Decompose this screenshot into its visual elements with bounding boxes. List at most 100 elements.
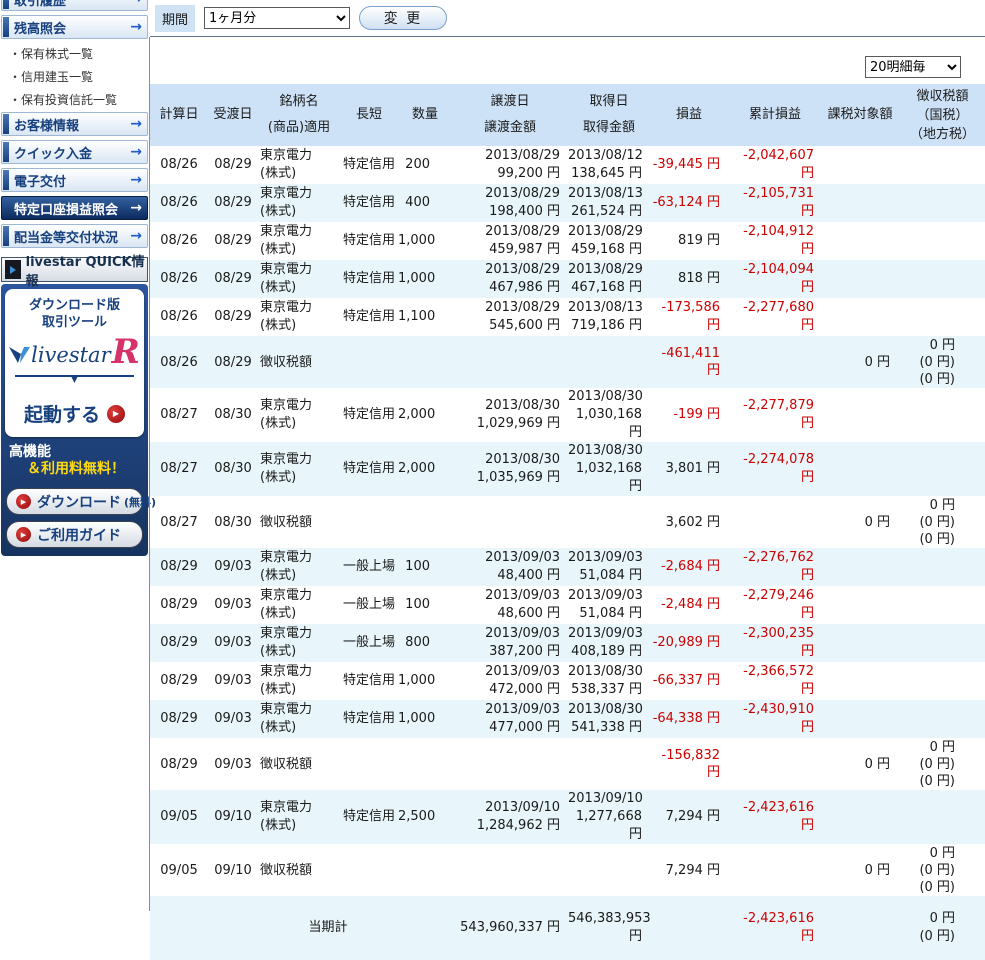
cell-pl [650,896,728,960]
cell-acquisition: 2013/08/29467,168 円 [568,260,650,298]
cell-transfer: 2013/09/0348,400 円 [452,548,568,586]
logo-text: livestar [31,343,111,367]
cell-pl: -63,124 円 [650,184,728,222]
cell-pl: 7,294 円 [650,844,728,896]
trade-row: 08/2708/30東京電力(株式)特定信用2,0002013/08/301,0… [150,388,985,442]
cell-name: 東京電力(株式) [258,222,340,260]
cell-taxable: 0 円 [822,336,898,388]
download-button[interactable]: ▶ ダウンロード (無料) [6,488,143,515]
period-select[interactable]: 1ヶ月分 [204,7,350,29]
cell-withholding: 0 円(0 円)(0 円) [898,496,985,548]
tax-row: 08/2909/03徴収税額-156,832 円0 円0 円(0 円)(0 円) [150,738,985,790]
cell-transfer: 2013/08/301,035,969 円 [452,442,568,496]
cell-term: 一般上場 [340,586,398,624]
cell-withholding [898,298,985,336]
cell-quantity: 1,000 [398,662,452,700]
logo-mark-icon [9,346,31,364]
trade-row: 08/2909/03東京電力(株式)特定信用1,0002013/09/03477… [150,700,985,738]
livestar-tool-card[interactable]: ダウンロード版 取引ツール livestar R ▼ 起動する ▶ [5,289,144,437]
cell-delivery-date [208,896,258,960]
cell-delivery-date: 09/03 [208,738,258,790]
play-icon: ▶ [16,494,31,509]
cell-calc-date: 08/26 [150,260,208,298]
cell-quantity: 400 [398,184,452,222]
tax-row: 08/2608/29徴収税額-461,411 円0 円0 円(0 円)(0 円) [150,336,985,388]
cell-withholding: 0 円(0 円)(0 円) [898,336,985,388]
cell-term: 特定信用 [340,298,398,336]
cell-cumulative-pl: -2,423,616 円 [728,896,822,960]
sidebar-item-livestar-quick[interactable]: livestar QUICK情報 [1,257,148,282]
cell-cumulative-pl [728,738,822,790]
cell-quantity: 800 [398,624,452,662]
nav-arrow-icon: → [130,228,147,244]
cell-delivery-date: 09/03 [208,700,258,738]
cell-transfer [452,496,568,548]
cell-calc-date: 08/26 [150,184,208,222]
cell-name: 東京電力(株式) [258,260,340,298]
cell-cumulative-pl: -2,276,762 円 [728,548,822,586]
cell-taxable [822,184,898,222]
cell-delivery-date: 08/29 [208,184,258,222]
cell-calc-date: 08/27 [150,388,208,442]
col-header-term: 長短 [340,84,398,146]
cell-label: 当期計 [258,896,398,960]
cell-acquisition: 2013/08/13719,186 円 [568,298,650,336]
cell-taxable [822,700,898,738]
cell-taxable [822,662,898,700]
sidebar-item[interactable]: クイック入金→ [1,140,148,164]
trade-row: 08/2909/03東京電力(株式)特定信用1,0002013/09/03472… [150,662,985,700]
sidebar-item[interactable]: お客様情報→ [1,112,148,136]
cell-taxable: 0 円 [822,844,898,896]
period-label: 期間 [155,5,195,32]
change-button[interactable]: 変 更 [359,6,447,30]
col-header-calc-date: 計算日 [150,84,208,146]
play-icon [5,260,21,279]
sidebar-item-selected[interactable]: 特定口座損益照会→ [1,196,148,220]
cell-delivery-date: 08/29 [208,260,258,298]
cell-cumulative-pl [728,496,822,548]
cell-taxable [822,260,898,298]
cell-taxable [822,146,898,184]
logo-r: R [112,337,140,367]
cell-term: 特定信用 [340,146,398,184]
cell-delivery-date: 08/29 [208,336,258,388]
sidebar-item[interactable]: 取引履歴→ [1,0,148,11]
cell-delivery-date: 08/30 [208,496,258,548]
cell-term: 特定信用 [340,662,398,700]
cell-acquisition: 2013/08/301,030,168 円 [568,388,650,442]
sidebar-item[interactable]: 電子交付→ [1,168,148,192]
sidebar-sublink[interactable]: ・保有投資信託一覧 [0,89,149,112]
guide-button[interactable]: ▶ ご利用ガイド [6,521,143,548]
per-page-select[interactable]: 20明細毎 [865,56,961,78]
cell-calc-date: 09/05 [150,844,208,896]
cell-transfer: 2013/09/03387,200 円 [452,624,568,662]
cell-cumulative-pl: -2,104,912 円 [728,222,822,260]
sidebar-item[interactable]: 配当金等交付状況→ [1,224,148,248]
total-row: 当期計543,960,337 円546,383,953 円-2,423,616 … [150,896,985,960]
pl-statement-table: 計算日受渡日銘柄名(商品)適用長短数量譲渡日譲渡金額取得日取得金額損益累計損益課… [150,84,985,960]
cell-pl: -461,411 円 [650,336,728,388]
cell-acquisition [568,336,650,388]
cell-transfer [452,844,568,896]
cell-acquisition: 2013/09/03408,189 円 [568,624,650,662]
nav-arrow-icon: → [130,0,147,7]
cell-term: 特定信用 [340,222,398,260]
sidebar-sublink[interactable]: ・保有株式一覧 [0,43,149,66]
launch-button[interactable]: 起動する ▶ [7,400,142,427]
cell-calc-date: 08/29 [150,586,208,624]
cell-pl: -173,586 円 [650,298,728,336]
cell-cumulative-pl: -2,366,572 円 [728,662,822,700]
main-content: 期間 1ヶ月分 変 更 20明細毎 計算日受渡日銘柄名(商品)適用長短数量譲渡日… [150,0,985,911]
trade-row: 08/2608/29東京電力(株式)特定信用1,0002013/08/29459… [150,222,985,260]
cell-term: 特定信用 [340,388,398,442]
sidebar-item[interactable]: 残高照会→ [1,15,148,39]
cell-acquisition [568,496,650,548]
cell-name: 東京電力(株式) [258,146,340,184]
sidebar-sublink[interactable]: ・信用建玉一覧 [0,66,149,89]
cell-delivery-date: 08/30 [208,442,258,496]
cell-withholding [898,700,985,738]
cell-pl: -156,832 円 [650,738,728,790]
cell-cumulative-pl: -2,430,910 円 [728,700,822,738]
cell-taxable [822,298,898,336]
cell-taxable [822,548,898,586]
